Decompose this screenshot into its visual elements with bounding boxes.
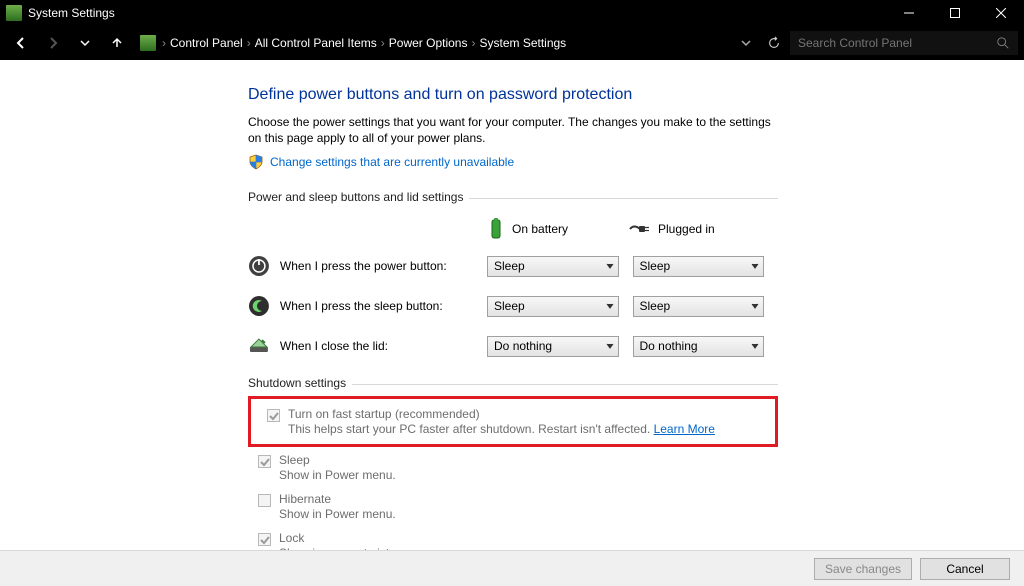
search-input[interactable] (798, 36, 996, 50)
breadcrumb[interactable]: › Control Panel › All Control Panel Item… (158, 36, 732, 50)
up-button[interactable] (102, 29, 132, 57)
maximize-button[interactable] (932, 0, 978, 26)
option-hibernate: Hibernate Show in Power menu. (258, 490, 778, 523)
sleep-checkbox[interactable] (258, 455, 271, 468)
option-lock: Lock Show in account picture menu. (258, 529, 778, 550)
close-button[interactable] (978, 0, 1024, 26)
power-battery-select[interactable]: Sleep (487, 256, 618, 277)
window-titlebar: System Settings (0, 0, 1024, 26)
lock-checkbox[interactable] (258, 533, 271, 546)
row-sleep-label: When I press the sleep button: (280, 299, 487, 313)
refresh-button[interactable] (760, 36, 788, 50)
col-on-battery: On battery (512, 222, 568, 236)
lock-label: Lock (279, 531, 443, 545)
fast-startup-label: Turn on fast startup (recommended) (288, 407, 715, 421)
shield-icon (248, 154, 264, 170)
hibernate-label: Hibernate (279, 492, 396, 506)
fast-startup-checkbox[interactable] (267, 409, 280, 422)
footer-bar: Save changes Cancel (0, 550, 1024, 586)
save-button[interactable]: Save changes (814, 558, 912, 580)
nav-toolbar: › Control Panel › All Control Panel Item… (0, 26, 1024, 60)
chevron-down-icon (751, 262, 759, 270)
chevron-down-icon (751, 342, 759, 350)
app-icon (6, 5, 22, 21)
row-close-lid: When I close the lid: Do nothing Do noth… (248, 326, 778, 366)
lid-icon (248, 335, 270, 357)
hibernate-checkbox[interactable] (258, 494, 271, 507)
page-description: Choose the power settings that you want … (248, 114, 778, 146)
back-button[interactable] (6, 29, 36, 57)
moon-icon (248, 295, 270, 317)
chevron-down-icon (606, 262, 614, 270)
sleep-label: Sleep (279, 453, 396, 467)
admin-link[interactable]: Change settings that are currently unava… (270, 155, 514, 169)
address-dropdown[interactable] (734, 38, 758, 48)
crumb-system-settings[interactable]: System Settings (479, 36, 566, 50)
learn-more-link[interactable]: Learn More (654, 422, 715, 436)
crumb-control-panel[interactable]: Control Panel (170, 36, 243, 50)
crumb-power-options[interactable]: Power Options (389, 36, 468, 50)
search-box[interactable] (790, 31, 1018, 55)
fast-startup-sub: This helps start your PC faster after sh… (288, 422, 715, 436)
row-power-label: When I press the power button: (280, 259, 487, 273)
chevron-down-icon (751, 302, 759, 310)
hibernate-sub: Show in Power menu. (279, 507, 396, 521)
power-icon (248, 255, 270, 277)
location-icon (140, 35, 156, 51)
page-heading: Define power buttons and turn on passwor… (248, 86, 778, 104)
lid-plugged-select[interactable]: Do nothing (633, 336, 764, 357)
forward-button[interactable] (38, 29, 68, 57)
search-icon (996, 36, 1010, 50)
row-sleep-button: When I press the sleep button: Sleep Sle… (248, 286, 778, 326)
col-plugged-in: Plugged in (658, 222, 715, 236)
chevron-down-icon (606, 342, 614, 350)
recent-dropdown[interactable] (70, 29, 100, 57)
content-area: Define power buttons and turn on passwor… (0, 60, 1024, 550)
chevron-down-icon (606, 302, 614, 310)
minimize-button[interactable] (886, 0, 932, 26)
row-power-button: When I press the power button: Sleep Sle… (248, 246, 778, 286)
section-buttons-title: Power and sleep buttons and lid settings (248, 190, 463, 204)
lid-battery-select[interactable]: Do nothing (487, 336, 618, 357)
option-sleep: Sleep Show in Power menu. (258, 451, 778, 484)
sleep-battery-select[interactable]: Sleep (487, 296, 618, 317)
option-fast-startup: Turn on fast startup (recommended) This … (267, 405, 769, 438)
sleep-sub: Show in Power menu. (279, 468, 396, 482)
battery-icon (488, 218, 504, 240)
power-plugged-select[interactable]: Sleep (633, 256, 764, 277)
sleep-plugged-select[interactable]: Sleep (633, 296, 764, 317)
section-shutdown-title: Shutdown settings (248, 376, 346, 390)
highlight-box: Turn on fast startup (recommended) This … (248, 396, 778, 447)
crumb-all-items[interactable]: All Control Panel Items (255, 36, 377, 50)
cancel-button[interactable]: Cancel (920, 558, 1010, 580)
plug-icon (628, 222, 650, 236)
window-title: System Settings (28, 6, 886, 20)
row-lid-label: When I close the lid: (280, 339, 487, 353)
